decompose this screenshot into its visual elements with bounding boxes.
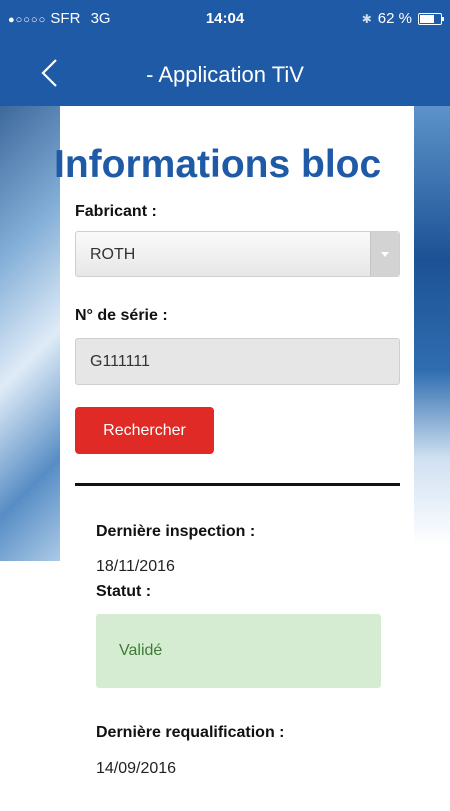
statut-label: Statut : <box>96 583 152 600</box>
background-image-right <box>414 106 450 546</box>
status-value: Validé <box>119 642 163 659</box>
status-bar: ●○○○○ SFR 3G 14:04 ✱ 62 % <box>0 0 450 40</box>
dropdown-arrow-icon <box>370 232 399 276</box>
battery-percent: 62 % <box>377 10 412 27</box>
fabricant-label: Fabricant : <box>75 203 157 220</box>
section-heading: Informations bloc <box>54 143 382 186</box>
fabricant-selected-value: ROTH <box>90 246 136 263</box>
status-badge: Validé <box>96 614 381 688</box>
battery-icon <box>418 12 444 25</box>
status-right: ✱ 62 % <box>361 10 444 27</box>
last-inspection-value: 18/11/2016 <box>96 558 175 575</box>
search-button[interactable]: Rechercher <box>75 407 214 454</box>
page-title: - Application TiV <box>146 62 304 87</box>
battery-fill <box>420 14 434 23</box>
fabricant-select[interactable]: ROTH <box>75 231 400 277</box>
last-requalification-value: 14/09/2016 <box>96 760 177 777</box>
serie-input[interactable]: G111111 <box>75 338 400 385</box>
last-requalification-label: Dernière requalification : <box>96 724 285 741</box>
serie-label: N° de série : <box>75 307 168 324</box>
nav-bar: - Application TiV <box>0 40 450 106</box>
bluetooth-icon: ✱ <box>361 11 372 26</box>
last-inspection-label: Dernière inspection : <box>96 523 256 540</box>
divider <box>75 483 400 486</box>
background-image-left <box>0 106 60 561</box>
